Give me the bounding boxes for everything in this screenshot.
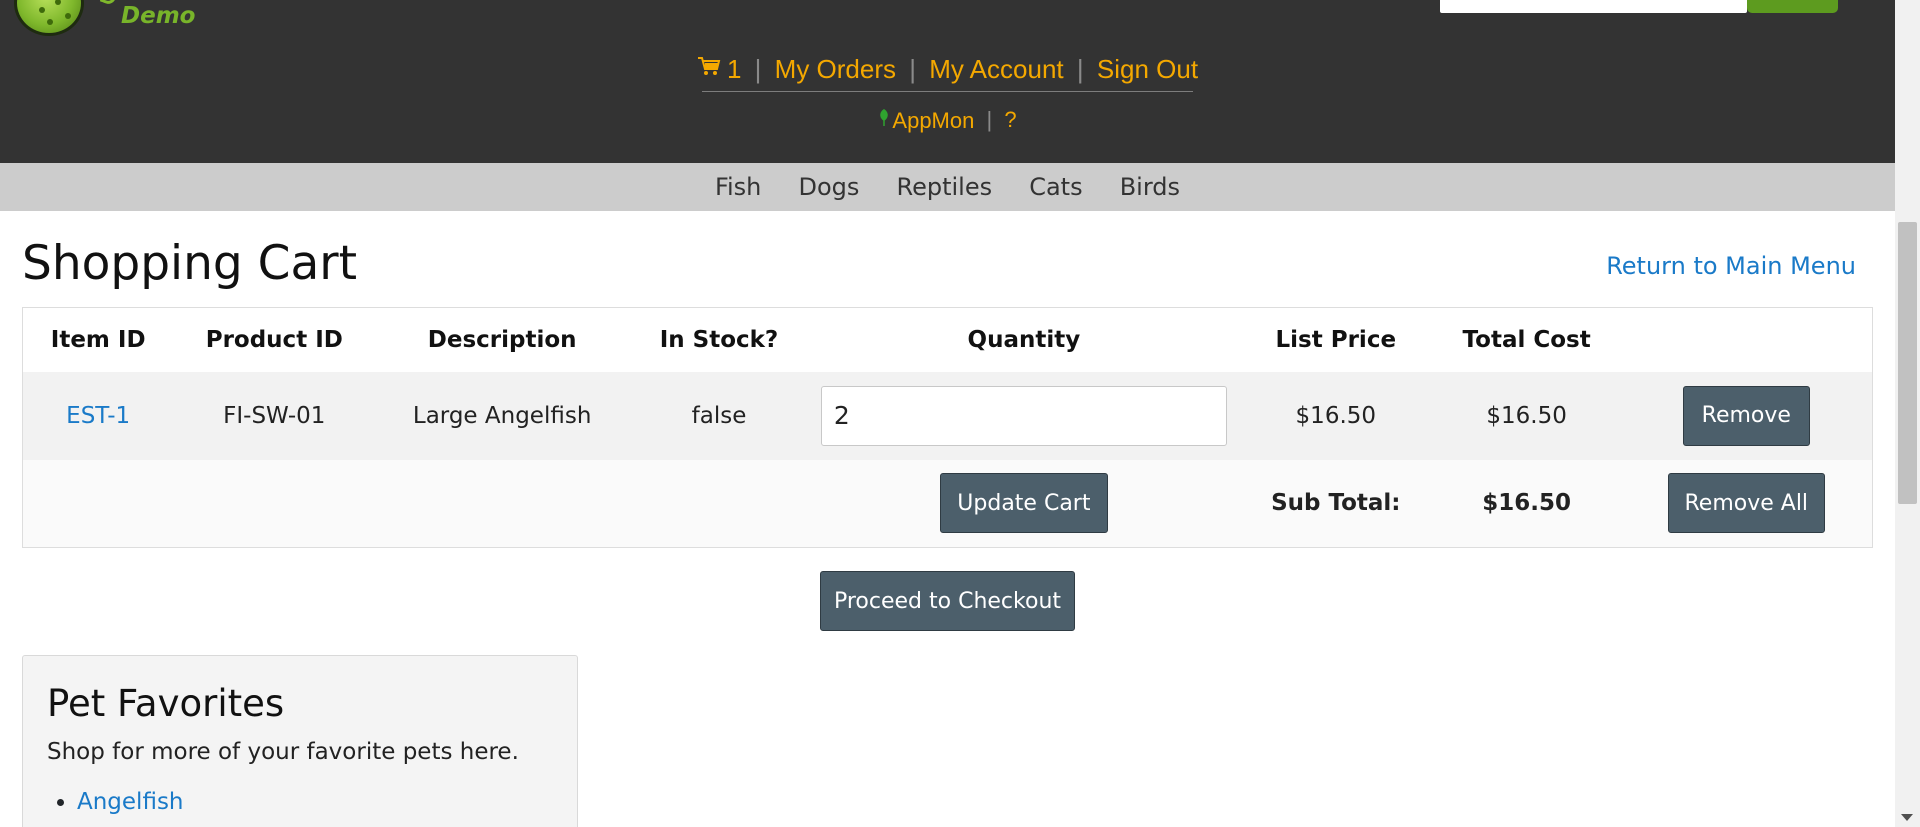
remove-button[interactable]: Remove [1682,385,1810,446]
category-birds[interactable]: Birds [1120,163,1180,211]
site-header: Demo 1 | My Orders | My Account | Sign O… [0,0,1895,163]
category-reptiles[interactable]: Reptiles [897,163,993,211]
cart-icon [697,56,721,75]
appmon-label: AppMon [892,107,975,133]
subtotal-value: $16.50 [1432,459,1621,548]
subtotal-label: Sub Total: [1238,459,1433,548]
remove-all-button[interactable]: Remove All [1667,473,1825,534]
header-actions [1620,307,1873,372]
cell-list-price: $16.50 [1238,371,1433,460]
category-dogs[interactable]: Dogs [799,163,860,211]
nav-separator: | [1076,53,1084,84]
category-cats[interactable]: Cats [1029,163,1082,211]
header-quantity: Quantity [808,307,1239,372]
table-header-row: Item ID Product ID Description In Stock?… [22,307,1873,372]
nav-separator: | [754,53,762,84]
favorite-angelfish-link[interactable]: Angelfish [77,789,184,815]
nav-divider [702,91,1193,92]
brand-subtitle: Demo [121,3,196,29]
favorites-list: Angelfish [77,789,553,815]
scroll-down-arrow-icon[interactable] [1901,814,1913,821]
search-input[interactable] [1440,0,1747,13]
header-in-stock: In Stock? [629,307,809,372]
cell-remove-all: Remove All [1620,459,1873,548]
proceed-to-checkout-button[interactable]: Proceed to Checkout [820,571,1075,631]
quantity-input[interactable] [820,385,1227,446]
table-footer-row: Update Cart Sub Total: $16.50 Remove All [22,459,1873,548]
cell-description: Large Angelfish [375,371,630,460]
appmon-link[interactable]: AppMon [878,107,974,134]
category-fish[interactable]: Fish [715,163,761,211]
pet-favorites-panel: Pet Favorites Shop for more of your favo… [22,655,578,827]
my-orders-link[interactable]: My Orders [775,54,896,85]
my-account-link[interactable]: My Account [929,54,1063,85]
list-item: Angelfish [77,789,553,815]
return-main-menu-link[interactable]: Return to Main Menu [1606,252,1856,280]
scrollbar-thumb[interactable] [1898,222,1917,504]
help-link[interactable]: ? [1004,107,1016,133]
table-row: EST-1 FI-SW-01 Large Angelfish false $16… [22,371,1873,460]
header-description: Description [375,307,630,372]
sign-out-link[interactable]: Sign Out [1097,54,1198,85]
favorites-text: Shop for more of your favorite pets here… [47,739,519,765]
nav-separator: | [909,53,916,84]
vertical-scrollbar[interactable] [1895,0,1920,827]
category-nav: Fish Dogs Reptiles Cats Birds [0,163,1895,211]
logo-mark [99,0,117,7]
tools-nav: AppMon | ? [0,106,1895,134]
header-item-id: Item ID [22,307,174,372]
cell-update: Update Cart [808,459,1239,548]
cart-count: 1 [726,54,742,85]
logo-icon[interactable] [14,0,84,36]
favorites-title: Pet Favorites [47,682,285,725]
cell-in-stock: false [629,371,809,460]
update-cart-button[interactable]: Update Cart [939,473,1108,534]
cell-quantity [808,371,1239,460]
cell-product-id: FI-SW-01 [173,371,376,460]
cart-link[interactable]: 1 [697,53,741,86]
cell-item-id: EST-1 [22,371,174,460]
header-list-price: List Price [1238,307,1433,372]
account-nav: 1 | My Orders | My Account | Sign Out [0,52,1895,85]
item-id-link[interactable]: EST-1 [66,403,130,429]
footer-spacer [22,459,809,548]
header-product-id: Product ID [173,307,376,372]
nav-separator: | [986,107,993,133]
header-total-cost: Total Cost [1432,307,1621,372]
cell-remove: Remove [1620,371,1873,460]
search-button[interactable] [1747,0,1838,13]
leaf-icon [880,108,889,126]
cell-total-cost: $16.50 [1432,371,1621,460]
cart-table: Item ID Product ID Description In Stock?… [22,307,1873,548]
page-title: Shopping Cart [22,236,358,291]
